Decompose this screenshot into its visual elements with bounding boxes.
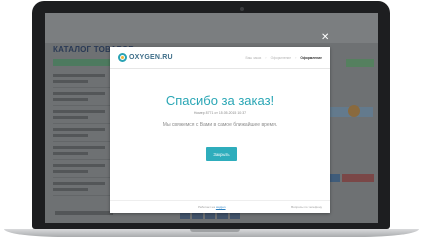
laptop-base [4,229,419,237]
chevron-right-icon: › [265,55,267,60]
background-green-button [346,59,374,67]
background-sidebar-item [53,92,111,106]
step-2: Оформление [270,55,292,60]
background-sidebar-bar [53,59,113,66]
step-3: Оформление [300,55,322,60]
background-red-button [342,174,374,182]
chevron-right-icon: › [295,55,297,60]
background-sidebar [53,71,111,200]
close-button[interactable]: Закрыть [206,147,237,161]
background-sidebar-item [53,182,111,196]
step-1: Ваш заказ [245,55,262,60]
logo-text: OXYGEN.RU [129,54,173,61]
background-footer-text [55,211,113,215]
footer-right-text: Вопросы по телефону [291,205,322,209]
background-sidebar-item [53,146,111,160]
modal-title: Спасибо за заказ! [165,93,275,108]
background-social-icons [180,213,241,219]
footer-credit: Работает на oxygen [198,205,226,209]
background-sidebar-item [53,128,111,142]
footer-link[interactable]: oxygen [216,205,226,209]
order-confirmation-modal: OXYGEN.RU Ваш заказ › Оформление › Оформ… [110,47,330,213]
order-number: Номер 8771 от 15.05.2015 10:37 [193,111,247,115]
logo: OXYGEN.RU [118,53,173,62]
background-sidebar-item [53,164,111,178]
background-badge-icon [348,105,360,117]
modal-header: OXYGEN.RU Ваш заказ › Оформление › Оформ… [110,47,330,69]
footer-text: Работает на [198,205,216,209]
confirmation-message: Мы свяжемся с Вами в самое ближайшее вре… [162,122,278,128]
webcam-icon [240,7,244,11]
checkout-steps: Ваш заказ › Оформление › Оформление [246,55,323,60]
laptop-notch [190,229,240,232]
screen: КАТАЛОГ ТОВАРОВ ✕ OXYGEN.RU Ваш заказ › … [45,13,378,223]
background-sidebar-item [53,110,111,124]
logo-icon [118,53,127,62]
background-sidebar-item [53,74,111,88]
close-icon[interactable]: ✕ [321,33,329,43]
modal-footer: Работает на oxygen Вопросы по телефону [110,200,330,213]
